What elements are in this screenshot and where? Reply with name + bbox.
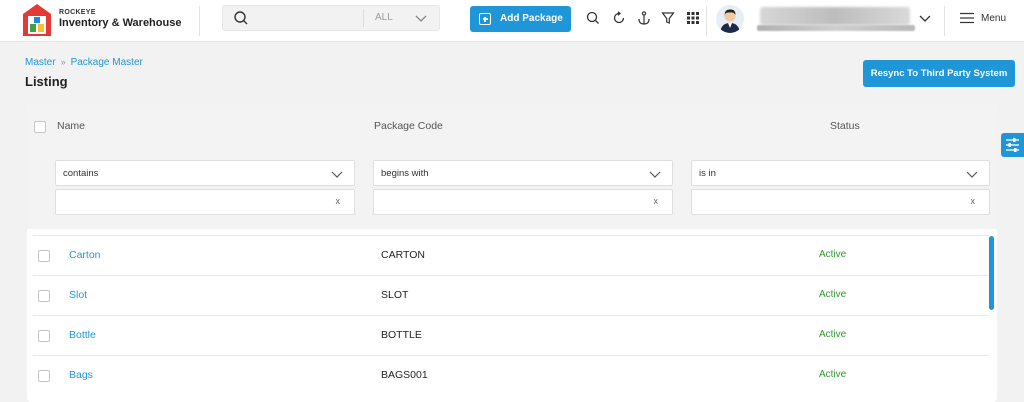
table-header: Name Package Code Status bbox=[27, 103, 997, 149]
resync-button[interactable]: Resync To Third Party System bbox=[863, 60, 1015, 87]
clear-filter-icon[interactable]: x bbox=[654, 196, 659, 206]
code-filter-input[interactable]: x bbox=[373, 189, 673, 215]
row-checkbox[interactable] bbox=[38, 330, 50, 342]
column-header-status[interactable]: Status bbox=[830, 120, 860, 132]
row-checkbox[interactable] bbox=[38, 290, 50, 302]
status-badge: Active bbox=[819, 329, 847, 340]
page-title: Listing bbox=[25, 74, 68, 89]
status-badge: Active bbox=[819, 369, 847, 380]
divider bbox=[944, 6, 945, 36]
code-filter-operator[interactable]: begins with bbox=[373, 160, 673, 186]
hamburger-icon[interactable] bbox=[960, 12, 974, 24]
chevron-down-icon bbox=[331, 171, 343, 178]
table-row[interactable]: Bottle BOTTLE Active bbox=[33, 315, 989, 355]
app-title: Inventory & Warehouse bbox=[59, 17, 182, 29]
status-filter-input[interactable]: x bbox=[691, 189, 990, 215]
user-name-redacted bbox=[760, 7, 910, 25]
row-code: BAGS001 bbox=[381, 369, 428, 381]
select-all-checkbox[interactable] bbox=[34, 121, 46, 133]
search-icon[interactable] bbox=[585, 10, 601, 26]
add-package-label: Add Package bbox=[500, 13, 563, 24]
row-name-link[interactable]: Slot bbox=[69, 289, 87, 301]
table-scrollbar[interactable] bbox=[989, 236, 994, 310]
divider bbox=[199, 6, 200, 36]
status-filter-operator-value: is in bbox=[699, 168, 716, 179]
row-code: CARTON bbox=[381, 249, 425, 261]
divider bbox=[706, 6, 707, 36]
listing-table: Name Package Code Status contains x begi… bbox=[27, 103, 997, 402]
chevron-right-icon: » bbox=[60, 57, 66, 67]
row-checkbox[interactable] bbox=[38, 370, 50, 382]
status-badge: Active bbox=[819, 249, 847, 260]
table-row[interactable]: Slot SLOT Active bbox=[33, 275, 989, 315]
row-name-link[interactable]: Bags bbox=[69, 369, 93, 381]
global-search: ALL bbox=[222, 5, 440, 31]
status-filter-operator[interactable]: is in bbox=[691, 160, 990, 186]
user-company-redacted bbox=[757, 25, 915, 31]
breadcrumb: Master » Package Master bbox=[25, 57, 143, 68]
clear-filter-icon[interactable]: x bbox=[971, 196, 976, 206]
top-bar: ROCKEYE Inventory & Warehouse ALL Add Pa… bbox=[0, 0, 1024, 42]
breadcrumb-package-master[interactable]: Package Master bbox=[71, 57, 143, 68]
menu-label[interactable]: Menu bbox=[981, 13, 1006, 24]
row-name-link[interactable]: Bottle bbox=[69, 329, 96, 341]
brand-small: ROCKEYE bbox=[59, 9, 96, 16]
search-icon bbox=[234, 11, 248, 25]
chevron-down-icon bbox=[966, 171, 978, 178]
row-name-link[interactable]: Carton bbox=[69, 249, 101, 261]
filter-icon[interactable] bbox=[660, 10, 676, 26]
search-scope-label[interactable]: ALL bbox=[375, 12, 393, 23]
name-filter-operator-value: contains bbox=[63, 168, 99, 179]
anchor-icon[interactable] bbox=[636, 10, 652, 26]
search-divider bbox=[363, 9, 364, 27]
chevron-down-icon[interactable] bbox=[918, 11, 932, 25]
status-badge: Active bbox=[819, 289, 847, 300]
row-code: SLOT bbox=[381, 289, 409, 301]
rockeye-logo[interactable] bbox=[22, 3, 52, 37]
sliders-icon bbox=[1006, 138, 1019, 152]
row-checkbox[interactable] bbox=[38, 250, 50, 262]
add-package-button[interactable]: Add Package bbox=[470, 6, 571, 32]
name-filter-operator[interactable]: contains bbox=[55, 160, 355, 186]
filter-row: contains x begins with x is in x bbox=[27, 149, 997, 229]
table-row[interactable]: Carton CARTON Active bbox=[33, 235, 989, 275]
plus-icon bbox=[479, 13, 491, 25]
user-avatar[interactable] bbox=[716, 5, 744, 33]
row-code: BOTTLE bbox=[381, 329, 422, 341]
column-header-package-code[interactable]: Package Code bbox=[374, 120, 443, 132]
table-row[interactable]: Bags BAGS001 Active bbox=[33, 355, 989, 395]
chevron-down-icon[interactable] bbox=[413, 10, 429, 26]
grid-icon[interactable] bbox=[685, 10, 701, 26]
refresh-icon[interactable] bbox=[611, 10, 627, 26]
name-filter-input[interactable]: x bbox=[55, 189, 355, 215]
clear-filter-icon[interactable]: x bbox=[336, 196, 341, 206]
breadcrumb-master[interactable]: Master bbox=[25, 57, 56, 68]
chevron-down-icon bbox=[649, 171, 661, 178]
code-filter-operator-value: begins with bbox=[381, 168, 429, 179]
column-settings-button[interactable] bbox=[1001, 133, 1024, 157]
column-header-name[interactable]: Name bbox=[57, 120, 85, 132]
